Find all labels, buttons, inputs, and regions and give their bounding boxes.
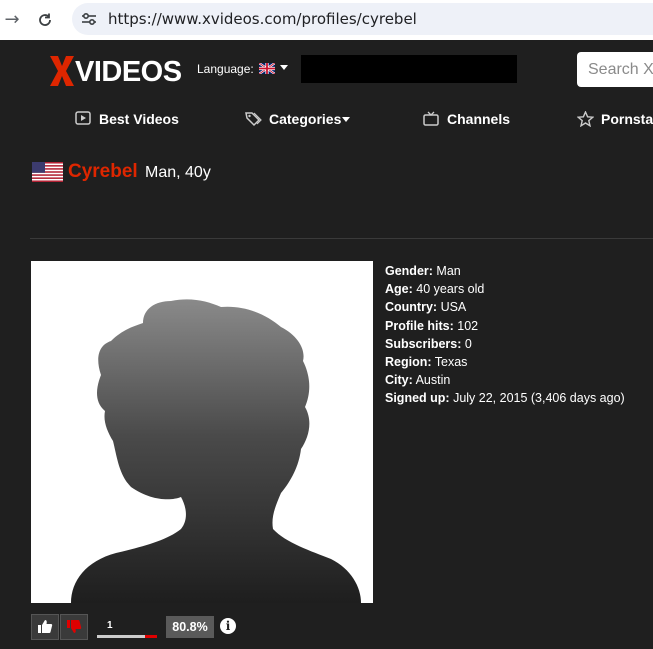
- star-icon: [577, 111, 594, 127]
- vote-count: 1: [107, 620, 113, 631]
- chevron-down-icon: [342, 117, 350, 122]
- detail-signed-up: Signed up: July 22, 2015 (3,406 days ago…: [385, 391, 625, 406]
- thumbs-up-button[interactable]: [31, 614, 59, 640]
- vote-ratio-bar: [97, 635, 157, 638]
- thumbs-up-icon: [38, 620, 53, 633]
- chevron-down-icon: [280, 65, 288, 70]
- profile-name[interactable]: Cyrebel: [68, 160, 138, 184]
- vote-ratio-negative: [145, 635, 157, 638]
- detail-gender: Gender: Man: [385, 264, 461, 278]
- address-bar[interactable]: https://www.xvideos.com/profiles/cyrebel: [72, 3, 653, 35]
- search-input[interactable]: Search X: [577, 52, 653, 87]
- detail-country: Country: USA: [385, 300, 467, 315]
- detail-age: Age: 40 years old: [385, 282, 485, 297]
- section-divider: [30, 238, 653, 239]
- language-selector[interactable]: Language:: [197, 62, 288, 76]
- default-avatar-silhouette-icon: [71, 299, 361, 603]
- site-settings-icon[interactable]: [80, 10, 98, 28]
- profile-avatar: [31, 261, 373, 603]
- play-icon: [75, 111, 91, 125]
- nav-label: Best Videos: [99, 111, 179, 127]
- detail-profile-hits: Profile hits: 102: [385, 318, 479, 333]
- logo-x-mark-icon: [50, 56, 74, 86]
- info-icon[interactable]: i: [220, 618, 236, 634]
- nav-label: Pornstar: [601, 111, 653, 127]
- detail-subscribers: Subscribers: 0: [385, 336, 472, 351]
- main-nav: Best Videos Categories Channels Pornstar: [0, 102, 653, 136]
- thumbs-down-icon: [67, 620, 82, 633]
- tv-icon: [423, 111, 439, 126]
- nav-label: Channels: [447, 111, 511, 127]
- redacted-block: [301, 55, 517, 83]
- site-page: VIDEOS Language: Search X Best Videos Ca…: [0, 40, 653, 649]
- profile-details: Gender: Man Age: 40 years old Country: U…: [385, 262, 625, 408]
- nav-label: Categories: [269, 111, 342, 127]
- url-text: https://www.xvideos.com/profiles/cyrebel: [108, 10, 417, 28]
- us-flag-icon: [32, 162, 63, 182]
- tag-icon: [245, 112, 262, 127]
- back-arrow-icon[interactable]: →: [0, 8, 24, 32]
- detail-region: Region: Texas: [385, 355, 468, 370]
- profile-subtitle: Man, 40y: [145, 164, 211, 181]
- logo-text: VIDEOS: [75, 56, 182, 88]
- reload-icon[interactable]: [33, 8, 57, 32]
- language-label: Language:: [197, 62, 254, 76]
- uk-flag-icon: [259, 63, 275, 74]
- detail-city: City: Austin: [385, 373, 451, 388]
- thumbs-down-button[interactable]: [60, 614, 88, 640]
- browser-toolbar: → https://www.xvideos.com/profiles/cyreb…: [0, 0, 653, 40]
- vote-percent: 80.8%: [166, 616, 214, 638]
- search-placeholder: Search X: [588, 61, 653, 78]
